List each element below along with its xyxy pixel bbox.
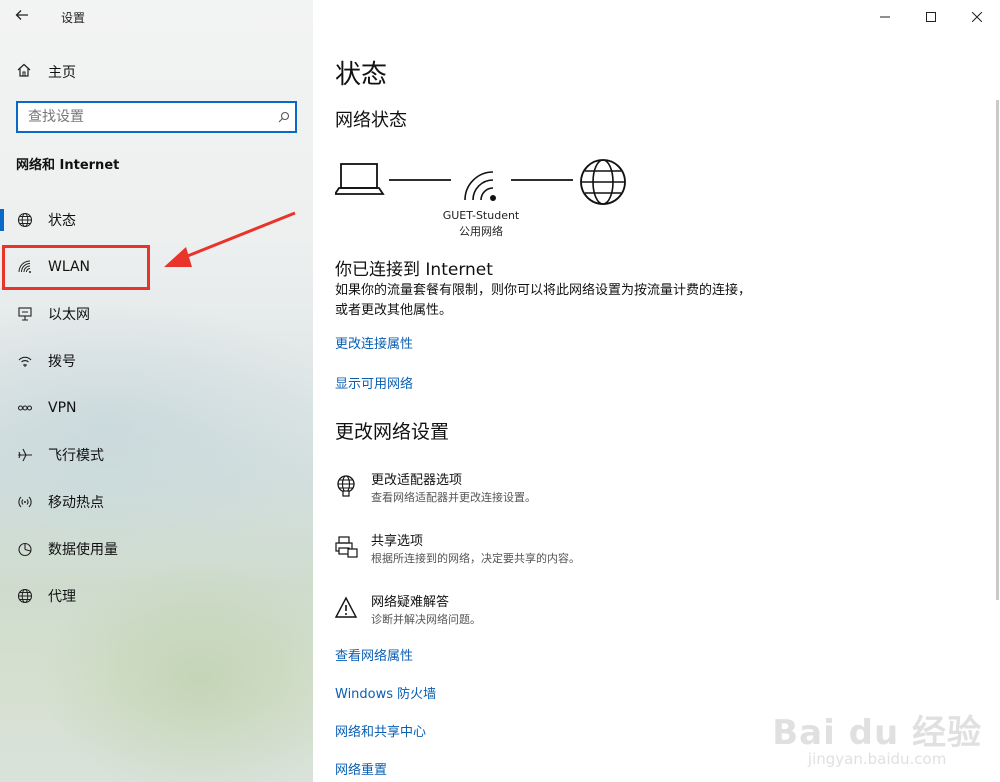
wifi-icon [464, 171, 496, 201]
back-arrow-icon [15, 10, 28, 20]
option-description: 诊断并解决网络问题。 [371, 613, 481, 626]
sidebar-item-hotspot[interactable]: 移动热点 [0, 478, 313, 525]
minimize-icon [880, 16, 890, 18]
change-settings-title: 更改网络设置 [335, 421, 450, 443]
home-icon [16, 62, 34, 82]
sidebar-item-label: 飞行模式 [48, 447, 104, 464]
search-icon[interactable] [273, 103, 295, 131]
window-controls [862, 0, 1000, 34]
home-nav-item[interactable]: 主页 [16, 60, 76, 84]
dialup-icon [16, 352, 34, 370]
ethernet-icon [16, 305, 34, 323]
section-title: 网络和 Internet [16, 158, 120, 173]
printer-share-icon [335, 535, 359, 559]
pie-chart-icon [16, 540, 34, 558]
annotation-highlight-box [2, 245, 150, 290]
option-troubleshoot[interactable]: 网络疑难解答 诊断并解决网络问题。 [334, 594, 481, 628]
sidebar-item-dialup[interactable]: 拨号 [0, 337, 313, 384]
adapter-globe-icon [335, 474, 359, 498]
watermark: Bai du 经验 jingyan.baidu.com [772, 705, 982, 768]
sidebar-item-proxy[interactable]: 代理 [0, 572, 313, 619]
link-windows-firewall[interactable]: Windows 防火墙 [335, 683, 436, 702]
sidebar-item-data-usage[interactable]: 数据使用量 [0, 525, 313, 572]
scrollbar[interactable] [996, 100, 999, 600]
hotspot-icon [16, 493, 34, 511]
search-box[interactable] [16, 101, 297, 133]
connected-title: 你已连接到 Internet [335, 260, 493, 280]
maximize-button[interactable] [908, 0, 954, 34]
laptop-icon [335, 163, 385, 195]
link-view-network-properties[interactable]: 查看网络属性 [335, 645, 413, 664]
connected-description: 如果你的流量套餐有限制，则你可以将此网络设置为按流量计费的连接，或者更改其他属性… [335, 283, 752, 318]
link-show-available-networks[interactable]: 显示可用网络 [335, 373, 413, 392]
minimize-button[interactable] [862, 0, 908, 34]
option-title: 共享选项 [371, 534, 424, 549]
sidebar-item-label: VPN [48, 399, 77, 416]
sidebar-item-label: 拨号 [48, 353, 76, 370]
sidebar-item-label: 状态 [48, 212, 76, 229]
annotation-arrow-icon [164, 211, 296, 267]
option-description: 查看网络适配器并更改连接设置。 [371, 491, 536, 504]
watermark-logo-text: Bai du 经验 [772, 713, 982, 753]
globe-icon [580, 159, 626, 205]
search-input[interactable] [18, 103, 273, 131]
sidebar-item-label: 数据使用量 [48, 541, 118, 558]
main-panel: 状态 网络状态 GUET-Student 公用网络 你已连接到 Internet… [313, 0, 1000, 782]
vpn-icon [16, 399, 34, 417]
network-name: GUET-Student [442, 209, 520, 222]
option-title: 更改适配器选项 [371, 473, 463, 488]
sidebar-item-ethernet[interactable]: 以太网 [0, 290, 313, 337]
option-adapter[interactable]: 更改适配器选项 查看网络适配器并更改连接设置。 [335, 472, 536, 506]
title-bar: 设置 [0, 0, 313, 34]
network-label: GUET-Student 公用网络 [421, 208, 541, 240]
sidebar: 设置 主页 网络和 Internet 状态 WLAN [0, 0, 313, 782]
home-label: 主页 [48, 65, 76, 81]
link-network-reset[interactable]: 网络重置 [335, 759, 387, 778]
globe-icon [16, 211, 34, 229]
option-title: 网络疑难解答 [371, 595, 450, 610]
back-button[interactable] [14, 7, 34, 27]
network-type: 公用网络 [459, 225, 503, 238]
link-change-connection-properties[interactable]: 更改连接属性 [335, 333, 413, 352]
globe-icon [16, 587, 34, 605]
network-status-title: 网络状态 [335, 110, 407, 131]
app-title: 设置 [61, 11, 86, 25]
sidebar-item-label: 移动热点 [48, 494, 104, 511]
close-icon [972, 12, 982, 22]
close-button[interactable] [954, 0, 1000, 34]
page-title: 状态 [335, 60, 388, 90]
sidebar-item-label: 代理 [48, 588, 76, 605]
airplane-icon [16, 446, 34, 464]
sidebar-item-label: 以太网 [48, 306, 90, 323]
sidebar-item-airplane[interactable]: 飞行模式 [0, 431, 313, 478]
link-network-sharing-center[interactable]: 网络和共享中心 [335, 721, 426, 740]
sidebar-item-vpn[interactable]: VPN [0, 384, 313, 431]
warning-icon [334, 596, 359, 620]
option-description: 根据所连接到的网络，决定要共享的内容。 [371, 552, 580, 565]
option-sharing[interactable]: 共享选项 根据所连接到的网络，决定要共享的内容。 [335, 533, 580, 567]
maximize-icon [926, 12, 936, 22]
